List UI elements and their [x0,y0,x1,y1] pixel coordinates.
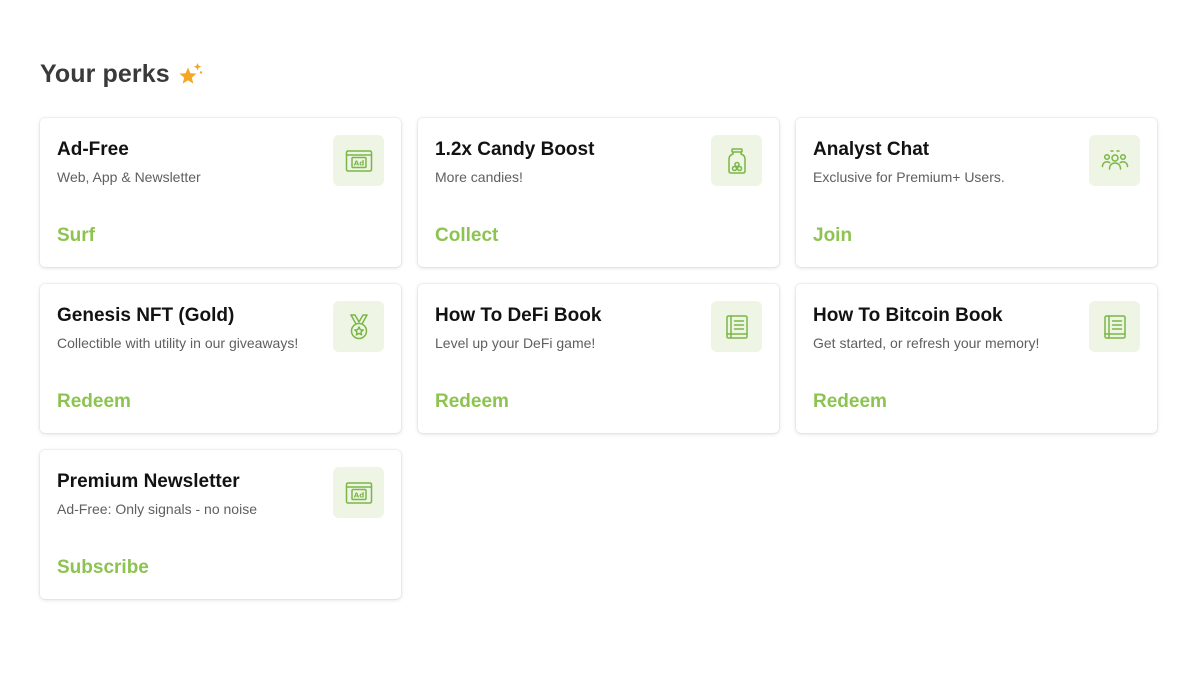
sparkle-star-icon [176,60,206,90]
medal-icon [333,301,384,352]
book-icon [1089,301,1140,352]
perk-description: Get started, or refresh your memory! [813,335,1040,351]
perk-card-premium-newsletter[interactable]: Premium Newsletter Ad-Free: Only signals… [40,450,401,599]
collect-button[interactable]: Collect [435,225,498,247]
perk-title: How To DeFi Book [435,305,602,326]
ad-screen-icon: Ad [333,135,384,186]
perk-description: Exclusive for Premium+ Users. [813,169,1005,185]
redeem-button[interactable]: Redeem [57,391,131,413]
perk-title: Ad-Free [57,139,129,160]
perk-title: Premium Newsletter [57,471,240,492]
perk-card-candy-boost[interactable]: 1.2x Candy Boost More candies! Collect [418,118,779,267]
ad-screen-icon: Ad [333,467,384,518]
perk-title: 1.2x Candy Boost [435,139,595,160]
perk-card-analyst-chat[interactable]: Analyst Chat Exclusive for Premium+ User… [796,118,1157,267]
page-title-text: Your perks [40,59,170,88]
perk-card-genesis-nft[interactable]: Genesis NFT (Gold) Collectible with util… [40,284,401,433]
redeem-button[interactable]: Redeem [813,391,887,413]
join-button[interactable]: Join [813,225,852,247]
perk-card-bitcoin-book[interactable]: How To Bitcoin Book Get started, or refr… [796,284,1157,433]
svg-text:Ad: Ad [353,159,363,167]
perk-description: Collectible with utility in our giveaway… [57,335,299,351]
svg-text:Ad: Ad [353,491,363,499]
perk-description: Level up your DeFi game! [435,335,596,351]
book-icon [711,301,762,352]
perk-title: Analyst Chat [813,139,930,160]
perk-title: How To Bitcoin Book [813,305,1003,326]
perk-title: Genesis NFT (Gold) [57,305,235,326]
perk-card-ad-free[interactable]: Ad-Free Web, App & Newsletter Surf Ad [40,118,401,267]
redeem-button[interactable]: Redeem [435,391,509,413]
perk-description: Ad-Free: Only signals - no noise [57,501,257,517]
page-title: Your perks [40,58,206,90]
perk-description: Web, App & Newsletter [57,169,201,185]
subscribe-button[interactable]: Subscribe [57,557,149,579]
perk-card-defi-book[interactable]: How To DeFi Book Level up your DeFi game… [418,284,779,433]
perks-grid: Ad-Free Web, App & Newsletter Surf Ad 1.… [40,118,1157,599]
surf-button[interactable]: Surf [57,225,95,247]
group-chat-icon [1089,135,1140,186]
perk-description: More candies! [435,169,523,185]
candy-jar-icon [711,135,762,186]
